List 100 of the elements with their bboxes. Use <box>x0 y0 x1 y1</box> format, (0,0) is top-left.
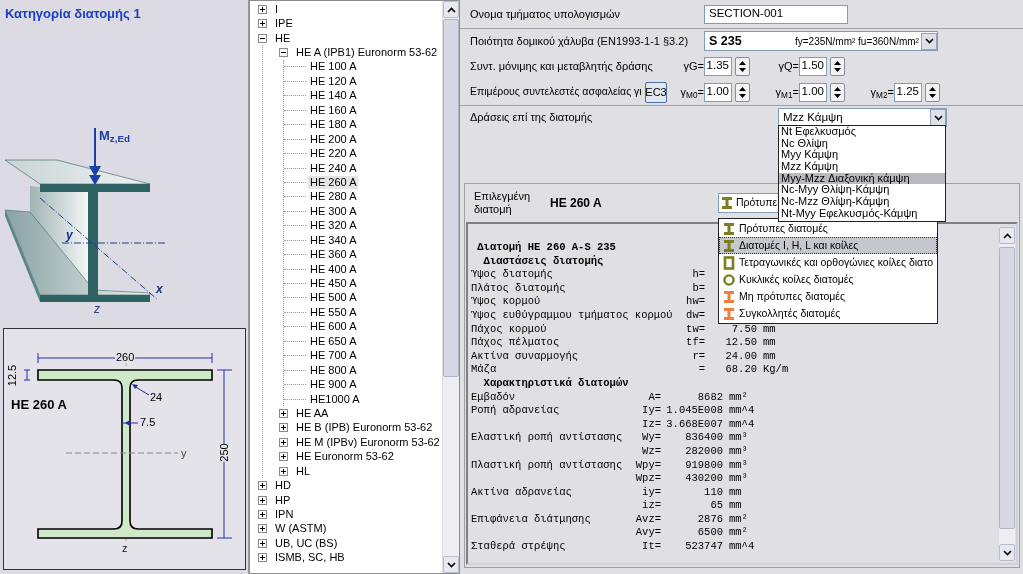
unit-text: mm <box>729 499 743 513</box>
dropdown-option[interactable]: Τετραγωνικές και ορθογώνιες κοίλες διατο <box>719 254 937 271</box>
actions-select[interactable]: Mzz Κάμψη <box>778 108 947 127</box>
expand-icon[interactable] <box>258 510 267 520</box>
tree-item[interactable]: HE 900 A <box>308 378 359 392</box>
collapse-icon[interactable] <box>258 33 267 43</box>
chevron-up-icon <box>446 6 456 13</box>
tree-item[interactable]: UB, UC (BS) <box>273 536 340 550</box>
tree-item[interactable]: I <box>273 2 281 16</box>
number-field[interactable]: 1.35 <box>704 56 732 76</box>
expand-icon[interactable] <box>258 553 267 563</box>
tree-item[interactable]: HE 140 A <box>308 89 359 103</box>
expand-icon[interactable] <box>279 437 288 447</box>
tree-item[interactable]: HE M (IPBv) Euronorm 53-62 <box>294 435 442 449</box>
dropdown-option[interactable]: Διατομές I, H, L και κοίλες <box>719 237 937 254</box>
tree-item[interactable]: W (ASTM) <box>273 522 329 536</box>
scroll-down-button[interactable] <box>443 556 459 573</box>
symbol-label: Iy= <box>641 404 661 418</box>
tree-item[interactable]: HE 180 A <box>308 118 359 132</box>
scroll-up-button[interactable] <box>443 1 459 18</box>
dropdown-button[interactable] <box>921 32 937 50</box>
number-field[interactable]: 1.00 <box>799 82 827 102</box>
expand-icon[interactable] <box>258 495 267 505</box>
spin-button[interactable] <box>830 56 845 76</box>
dropdown-option[interactable]: Πρότυπες διατομές <box>719 220 937 237</box>
dropdown-option[interactable]: Nt Εφελκυσμός <box>779 126 945 138</box>
expand-icon[interactable] <box>258 4 267 14</box>
number-field[interactable]: 1.25 <box>894 82 922 102</box>
tree-item[interactable]: HE Euronorm 53-62 <box>294 450 396 464</box>
tree-item[interactable]: HE <box>273 31 293 45</box>
tree-item[interactable]: HP <box>273 493 293 507</box>
dropdown-option[interactable]: Μη πρότυπες διατομές <box>719 288 937 305</box>
tree-item[interactable]: HD <box>273 479 293 493</box>
expand-icon[interactable] <box>279 408 288 418</box>
symbol-label: Avy= <box>634 526 661 541</box>
tree-item[interactable]: HE 220 A <box>308 147 359 161</box>
tree-item[interactable]: IPE <box>273 17 295 31</box>
dropdown-option[interactable]: Nc Θλίψη <box>779 137 945 150</box>
tree-item[interactable]: HE 280 A <box>308 190 359 204</box>
expand-icon[interactable] <box>258 19 267 29</box>
dropdown-option[interactable]: Συγκολλητές διατομές <box>719 305 937 322</box>
expand-icon[interactable] <box>258 538 267 548</box>
dropdown-option[interactable]: Mzz Κάμψη <box>779 161 945 173</box>
tree-item[interactable]: HE 320 A <box>308 219 359 233</box>
scroll-up-button[interactable] <box>999 227 1015 244</box>
text-field[interactable]: SECTION-001 <box>704 4 848 24</box>
collapse-icon[interactable] <box>279 48 288 58</box>
tree-item[interactable]: HE 360 A <box>308 248 359 262</box>
tree-item[interactable]: HE 160 A <box>308 103 359 117</box>
scrollbar[interactable] <box>442 1 459 573</box>
expand-icon[interactable] <box>258 524 267 534</box>
tree-item[interactable]: HE 450 A <box>308 277 359 291</box>
scroll-down-button[interactable] <box>999 544 1015 561</box>
scroll-thumb[interactable] <box>443 19 459 377</box>
factor-label: γ$_{M0}$= <box>680 84 704 101</box>
spin-button[interactable] <box>735 56 750 76</box>
steel-grade-select[interactable]: S 235 fy=235N/mm² fu=360N/mm² <box>704 31 938 51</box>
dropdown-option[interactable]: Κυκλικές κοίλες διατομές <box>719 271 937 288</box>
dropdown-option[interactable]: Nc-Myy Θλίψη-Κάμψη <box>779 184 945 197</box>
tree-item[interactable]: HE 260 A <box>308 175 359 189</box>
tree-item[interactable]: HE 340 A <box>308 233 359 247</box>
tree-item[interactable]: HE 550 A <box>308 305 359 319</box>
tree-item[interactable]: HL <box>294 464 313 478</box>
tree-item[interactable]: HE 120 A <box>308 74 359 88</box>
dropdown-option[interactable]: Myy-Mzz Διαξονική κάμψη <box>779 172 945 185</box>
number-field[interactable]: 1.50 <box>799 56 827 76</box>
expand-icon[interactable] <box>279 423 288 433</box>
tree-item[interactable]: HE AA <box>294 406 331 420</box>
tree-item[interactable]: HE1000 A <box>308 392 362 406</box>
expand-icon[interactable] <box>258 481 267 491</box>
dropdown-list[interactable]: Nt Εφελκυσμός Nc Θλίψη Myy Κάμψη Mzz Κάμψη Myy-Mzz Διαξονική κάμψη Nc-Myy Θλίψη-Κάμψη Nc-Mzz Θλίψη-Κάμψη Nt-Myy Εφελκυσμός-Κάμψη <box>778 125 946 222</box>
property-label: Πλάτος διατομής <box>471 281 567 296</box>
tree-item[interactable]: HE 800 A <box>308 363 359 377</box>
tree-item[interactable]: HE 650 A <box>308 334 359 348</box>
dropdown-option[interactable]: Myy Κάμψη <box>779 149 945 162</box>
tree-item[interactable]: ISMB, SC, HB <box>273 551 347 565</box>
scroll-thumb[interactable] <box>999 247 1015 529</box>
unit-text: mm <box>763 336 777 350</box>
tree-item[interactable]: HE 300 A <box>308 204 359 218</box>
tree-item[interactable]: HE B (IPB) Euronorm 53-62 <box>294 421 435 435</box>
tree-item[interactable]: HE 100 A <box>308 60 359 74</box>
tree-item[interactable]: HE 500 A <box>308 291 359 305</box>
dropdown-option[interactable]: Nt-Myy Εφελκυσμός-Κάμψη <box>779 207 945 220</box>
tree-item[interactable]: HE 400 A <box>308 262 359 276</box>
expand-icon[interactable] <box>279 466 288 476</box>
dropdown-option[interactable]: Nc-Mzz Θλίψη-Κάμψη <box>779 196 945 208</box>
tree-item[interactable]: HE 700 A <box>308 349 359 363</box>
tree-item[interactable]: HE 200 A <box>308 132 359 146</box>
spin-button[interactable] <box>830 82 845 102</box>
unit-text: mm³ <box>729 472 749 486</box>
spin-button[interactable] <box>735 82 750 102</box>
spin-button[interactable] <box>925 82 940 102</box>
expand-icon[interactable] <box>279 452 288 462</box>
tree-item[interactable]: IPN <box>273 508 296 522</box>
number-field[interactable]: 1.00 <box>704 82 732 102</box>
tree-item[interactable]: HE A (IPB1) Euronorm 53-62 <box>294 46 440 60</box>
ec3-button[interactable]: EC3 <box>645 81 667 103</box>
tree-item[interactable]: HE 600 A <box>308 320 359 334</box>
scrollbar[interactable] <box>998 227 1015 561</box>
tree-item[interactable]: HE 240 A <box>308 161 359 175</box>
